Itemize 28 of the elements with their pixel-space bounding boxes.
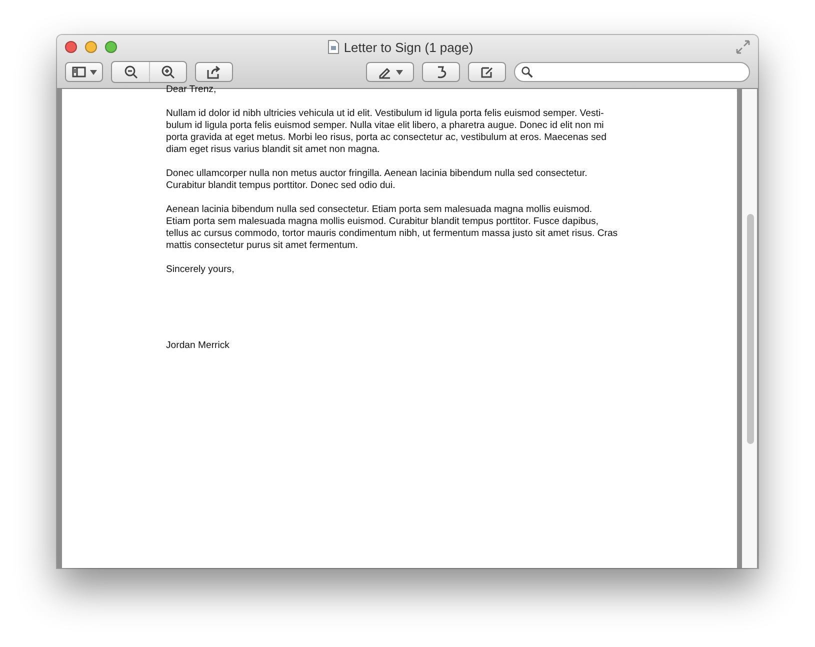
pencil-icon — [480, 65, 494, 79]
signature-name: Jordan Merrick — [166, 340, 230, 352]
fullscreen-icon[interactable] — [736, 40, 750, 54]
zoom-out-icon — [124, 65, 138, 79]
search-icon — [521, 66, 533, 78]
caret-icon — [90, 70, 96, 74]
share-icon — [207, 65, 221, 79]
document-icon — [328, 40, 339, 54]
closing-text: Sincerely yours, — [166, 264, 236, 276]
rotate-button[interactable] — [422, 62, 460, 82]
edit-button[interactable] — [468, 62, 506, 82]
sidebar-icon — [72, 65, 86, 79]
close-button[interactable] — [65, 41, 77, 53]
letter-paragraph: Donec ullamcorper nulla non metus auctor fringilla. Aenean lacinia bibendum nulla sed consectetur. Curabitur blandit tempus porttitor. Donec sed odio dui. — [166, 168, 588, 192]
share-button[interactable] — [195, 62, 233, 82]
letter-paragraph: Nullam id dolor id nibh ultricies vehicula ut id elit. Vestibulum id ligula porta felis euismod semper. Vesti- bulum id ligula porta felis euismod semper. Nulla vitae elit libero, a pharetra augue. Donec id elit non mi porta gravida at eget metus. Morbi leo risus, porta ac consectetur ac, vestibulum at eros. Maecenas sed diam eget risus varius blandit sit amet non magna. — [166, 108, 608, 156]
highlighter-icon — [378, 65, 392, 79]
highlight-button[interactable] — [366, 62, 414, 82]
sidebar-button[interactable] — [65, 62, 103, 82]
minimize-button[interactable] — [85, 41, 97, 53]
window-title: Letter to Sign (1 page) — [344, 40, 474, 54]
zoom-in-icon — [161, 65, 175, 79]
zoom-button[interactable] — [105, 41, 117, 53]
letter-paragraph: Aenean lacinia bibendum nulla sed consectetur. Etiam porta sem malesuada magna mollis euismod. Etiam porta sem malesuada magna mollis euismod. Curabitur blandit tempus porttitor. Fusce dapibus, tellus ac cursus commodo, tortor mauris condimentum nibh, ut fermentum massa justo sit amet risus. Cras mattis consectetur purus sit amet fermentum. — [166, 204, 619, 252]
greeting-text: Dear Trenz, — [166, 84, 218, 96]
scrollbar-thumb[interactable] — [747, 214, 754, 444]
caret-icon — [396, 70, 402, 74]
search-field[interactable] — [514, 62, 750, 82]
